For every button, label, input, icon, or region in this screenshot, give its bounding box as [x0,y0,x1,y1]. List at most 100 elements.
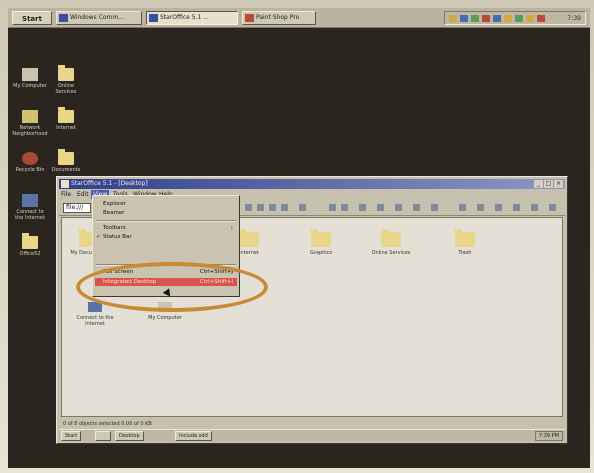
desktop-icon-label: Online Services [55,83,77,95]
folder-icon [381,229,401,247]
tray-icon[interactable] [493,15,501,22]
start-button[interactable]: Start [12,11,52,25]
toolbar-button-icon[interactable] [245,204,252,211]
menu-separator [96,220,236,222]
menu-item-label: Explorer [103,201,126,207]
toolbar-button-icon[interactable] [495,204,502,211]
menu-item-beamer[interactable]: Beamer [95,209,237,217]
taskbar-item-desktop[interactable]: Desktop [115,431,144,441]
folder-online-services[interactable]: Online Services [368,229,414,256]
window-taskbar: Start Desktop Include.sdd 7:39 PM [59,429,565,441]
window-title: StarOffice 5.1 - [Desktop] [71,180,148,187]
desktop-icon-label: Documents [51,167,81,173]
clock[interactable]: 7:39 [568,13,581,25]
folder-trash[interactable]: Trash [442,229,488,256]
toolbar-button-icon[interactable] [341,204,348,211]
desktop-icon-network[interactable]: Network Neighborhood [12,110,48,137]
toolbar-button-icon[interactable] [549,204,556,211]
folder-label: Trash [458,250,472,256]
desktop-icon-online-services[interactable]: Online Services [48,65,84,95]
minimize-icon[interactable]: _ [534,180,543,188]
menu-item-explorer[interactable]: Explorer [95,200,237,208]
menu-item-toolbars[interactable]: Toolbars › [95,224,237,232]
taskbar: Start Windows Comm... StarOffice 5.1 ...… [8,8,590,28]
title-bar: StarOffice 5.1 - [Desktop] _ □ × [59,179,565,189]
folder-icon [22,233,38,249]
tray-icon[interactable] [537,15,545,22]
close-icon[interactable]: × [554,180,563,188]
taskbar-button-label: StarOffice 5.1 ... [160,14,209,21]
url-input[interactable]: file:/// [63,203,91,213]
tray-icon[interactable] [504,15,512,22]
app-icon [245,14,254,22]
toolbar-button-icon[interactable] [477,204,484,211]
toolbar-button-icon[interactable] [359,204,366,211]
folder-icon [239,229,259,247]
desktop-icon-documents[interactable]: Documents [48,149,84,173]
desktop-icon-label: My Computer [13,83,47,89]
taskbar-item-document[interactable]: Include.sdd [175,431,212,441]
folder-icon [58,149,74,165]
tray-icon[interactable] [471,15,479,22]
desktop-icon-label: Office52 [19,251,41,257]
menu-file[interactable]: File [59,190,73,199]
desktop-icon-recycle-bin[interactable]: Recycle Bin [12,152,48,173]
folder-label: My Computer [148,315,182,321]
folder-label: Connect to the Internet [76,315,114,327]
folder-icon [455,229,475,247]
toolbar-button-icon[interactable] [377,204,384,211]
taskbar-button-staroffice[interactable]: StarOffice 5.1 ... [146,11,238,25]
tray-icon[interactable] [449,15,457,22]
desktop-icon-label: Internet [56,125,76,131]
folder-graphics[interactable]: Graphics [298,229,344,256]
desktop-icon-connect[interactable]: Connect to the Internet [12,194,48,221]
desktop-icon-office52[interactable]: Office52 [12,233,48,257]
toolbar-button-icon[interactable] [531,204,538,211]
toolbar-button-icon[interactable] [329,204,336,211]
toolbar-button-icon[interactable] [269,204,276,211]
tray-icon[interactable] [526,15,534,22]
desktop-toggle-icon[interactable] [95,431,111,441]
taskbar-button-label: Paint Shop Pro [256,14,300,21]
tray-icon[interactable] [460,15,468,22]
folder-icon [58,65,74,81]
system-tray: 7:39 [444,11,586,25]
toolbar-button-icon[interactable] [299,204,306,211]
status-bar: 0 of 8 objects selected 0.00 of 0 KB [63,421,152,427]
submenu-arrow-icon: › [230,225,233,231]
menu-edit[interactable]: Edit [75,190,91,199]
taskbar-button-windows[interactable]: Windows Comm... [56,11,142,25]
taskbar-button-label: Windows Comm... [70,14,124,21]
desktop-icon-label: Network Neighborhood [12,125,48,137]
tray-icon[interactable] [515,15,523,22]
maximize-icon[interactable]: □ [544,180,553,188]
clock[interactable]: 7:39 PM [534,431,563,441]
tray-icon[interactable] [482,15,490,22]
network-icon [22,110,38,123]
folder-label: Online Services [371,250,411,256]
folder-icon [58,107,74,123]
desktop-icon-my-computer[interactable]: My Computer [12,68,48,89]
desktop-icon-label: Recycle Bin [15,167,45,173]
toolbar-button-icon[interactable] [257,204,264,211]
menu-item-status-bar[interactable]: ✓ Status Bar [95,233,237,241]
desktop-icon-internet[interactable]: Internet [48,107,84,131]
menu-item-label: Status Bar [103,234,132,240]
toolbar-button-icon[interactable] [513,204,520,211]
toolbar-button-icon[interactable] [281,204,288,211]
recycle-bin-icon [22,152,38,165]
connect-icon [22,194,38,207]
checkmark-icon: ✓ [96,234,101,240]
app-icon [61,180,69,188]
desktop-icon-label: Connect to the Internet [15,209,45,221]
folder-label: Graphics [309,250,333,256]
start-button[interactable]: Start [61,431,82,441]
toolbar-button-icon[interactable] [395,204,402,211]
folder-icon [311,229,331,247]
computer-icon [22,68,38,81]
taskbar-button-paintshop[interactable]: Paint Shop Pro [242,11,316,25]
toolbar-button-icon[interactable] [413,204,420,211]
toolbar-button-icon[interactable] [431,204,438,211]
toolbar-button-icon[interactable] [459,204,466,211]
menu-item-label: Beamer [103,210,125,216]
